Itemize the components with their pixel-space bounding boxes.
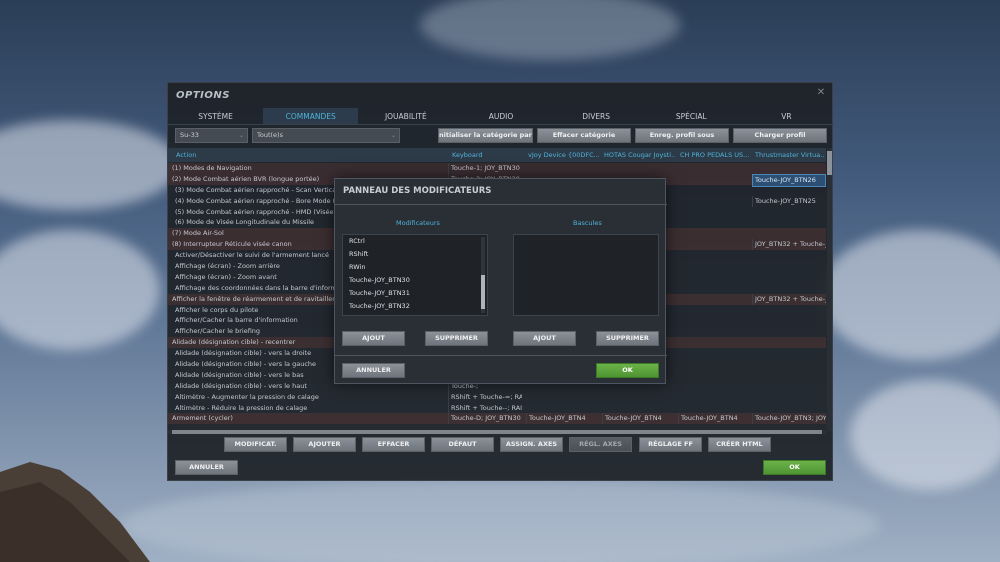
- header-keyboard[interactable]: Keyboard: [452, 148, 522, 162]
- tab-vr[interactable]: VR: [739, 108, 834, 124]
- clear-button[interactable]: EFFACER: [362, 437, 425, 452]
- header-vjoy[interactable]: vJoy Device {00DFC...: [528, 148, 600, 162]
- tab-audio[interactable]: AUDIO: [453, 108, 548, 124]
- cell-d1: Touche-JOY_BTN4: [526, 413, 600, 425]
- list-item[interactable]: RCtrl: [343, 235, 487, 248]
- category-select[interactable]: Tout(e)s ⌄: [252, 128, 400, 143]
- cell-action: (1) Modes de Navigation: [172, 164, 252, 172]
- cell-d4: Touche-JOY_BTN25: [752, 195, 826, 207]
- cell-action: Altimètre - Augmenter la pression de cal…: [175, 392, 319, 401]
- clear-category-button[interactable]: Effacer catégorie: [537, 128, 631, 143]
- load-profile-button[interactable]: Charger profil: [733, 128, 827, 143]
- cell-kb: Touche-D; JOY_BTN30 +: [448, 413, 522, 425]
- table-header: Action Keyboard vJoy Device {00DFC... HO…: [168, 148, 826, 162]
- default-button[interactable]: DÉFAUT: [431, 437, 494, 452]
- tab-bar: SYSTÈME COMMANDES JOUABILITÉ AUDIO DIVER…: [168, 108, 834, 125]
- add-modifier-button[interactable]: AJOUT: [342, 331, 405, 346]
- chevron-down-icon: ⌄: [390, 132, 396, 139]
- table-row[interactable]: (1) Modes de Navigation Touche-1; JOY_BTN…: [168, 163, 826, 174]
- aircraft-select-value: Su-33: [180, 131, 199, 139]
- mountain-rock: [0, 462, 150, 562]
- header-action[interactable]: Action: [176, 148, 436, 162]
- list-scrollbar[interactable]: [481, 237, 485, 313]
- category-select-value: Tout(e)s: [257, 131, 283, 139]
- cell-action: Armement (cycler): [172, 414, 233, 423]
- axis-tune-button[interactable]: RÉGL. AXES: [569, 437, 632, 452]
- toggles-list[interactable]: [513, 234, 659, 316]
- modal-ok-button[interactable]: OK: [596, 363, 659, 378]
- remove-modifier-button[interactable]: SUPPRIMER: [425, 331, 488, 346]
- modifiers-label: Modificateurs: [396, 219, 440, 227]
- list-item[interactable]: Touche-JOY_BTN32: [343, 300, 487, 313]
- cell-kb: Touche-1; JOY_BTN30 +: [448, 163, 522, 174]
- scrollbar-thumb[interactable]: [481, 275, 485, 309]
- modifiers-button[interactable]: MODIFICAT.: [224, 437, 287, 452]
- close-icon[interactable]: ✕: [816, 88, 826, 98]
- tab-systeme[interactable]: SYSTÈME: [168, 108, 263, 124]
- list-item[interactable]: RWin: [343, 261, 487, 274]
- aircraft-select[interactable]: Su-33 ⌄: [175, 128, 248, 143]
- cell-d4: JOY_BTN32 + Touche-JO: [752, 293, 826, 305]
- table-row[interactable]: Armement (cycler) Touche-D; JOY_BTN30 + To…: [168, 413, 826, 425]
- tab-divers[interactable]: DIVERS: [549, 108, 644, 124]
- window-title: OPTIONS: [176, 90, 230, 101]
- make-html-button[interactable]: CRÉER HTML: [708, 437, 771, 452]
- modifiers-list[interactable]: RCtrl RShift RWin Touche-JOY_BTN30 Touche-JO…: [342, 234, 488, 316]
- cell-kb: RShift + Touche--; RAI: [448, 402, 522, 414]
- cell-action: Altimètre - Réduire la pression de calag…: [175, 403, 308, 412]
- cell-d2: Touche-JOY_BTN4: [602, 413, 676, 425]
- cell-kb: RShift + Touche-=; RA: [448, 391, 522, 403]
- cancel-button[interactable]: ANNULER: [175, 460, 238, 475]
- header-pedals[interactable]: CH PRO PEDALS US...: [680, 148, 750, 162]
- tab-jouabilite[interactable]: JOUABILITÉ: [358, 108, 453, 124]
- scrollbar-thumb[interactable]: [172, 430, 822, 434]
- list-item[interactable]: RShift: [343, 248, 487, 261]
- modifiers-list-items: RCtrl RShift RWin Touche-JOY_BTN30 Touche-JO…: [343, 235, 487, 313]
- header-hotas[interactable]: HOTAS Cougar Joysti...: [604, 148, 676, 162]
- modal-cancel-button[interactable]: ANNULER: [342, 363, 405, 378]
- cell-d3: Touche-JOY_BTN4: [678, 413, 752, 425]
- tab-special[interactable]: SPÉCIAL: [644, 108, 739, 124]
- filter-row: Su-33 ⌄ Tout(e)s ⌄ nitialiser la catégor…: [168, 128, 834, 143]
- cell-d4: JOY_BTN32 + Touche-JO: [752, 239, 826, 251]
- table-row[interactable]: Altimètre - Réduire la pression de calag…: [168, 402, 826, 414]
- chevron-down-icon: ⌄: [238, 132, 244, 139]
- scrollbar-thumb[interactable]: [827, 151, 832, 175]
- modal-title: PANNEAU DES MODIFICATEURS: [343, 186, 492, 196]
- header-thrustmaster[interactable]: Thrustmaster Virtua...: [755, 148, 825, 162]
- assign-axes-button[interactable]: ASSIGN. AXES: [500, 437, 563, 452]
- add-toggle-button[interactable]: AJOUT: [513, 331, 576, 346]
- tab-commandes[interactable]: COMMANDES: [263, 108, 359, 124]
- init-category-button[interactable]: nitialiser la catégorie par défa: [438, 128, 533, 143]
- list-item[interactable]: Touche-JOY_BTN31: [343, 287, 487, 300]
- modifiers-panel-dialog: PANNEAU DES MODIFICATEURS Modificateurs …: [334, 178, 667, 384]
- cell-d4: Touche-JOY_BTN3; JOY_: [752, 413, 826, 425]
- table-row[interactable]: Altimètre - Augmenter la pression de cal…: [168, 391, 826, 403]
- remove-toggle-button[interactable]: SUPPRIMER: [596, 331, 659, 346]
- table-vertical-scrollbar[interactable]: [827, 148, 832, 431]
- toggles-label: Bascules: [573, 219, 602, 227]
- divider: [335, 204, 667, 205]
- save-profile-button[interactable]: Enreg. profil sous: [635, 128, 729, 143]
- table-horizontal-scrollbar[interactable]: [168, 430, 826, 434]
- divider: [335, 355, 667, 356]
- list-item[interactable]: Touche-JOY_BTN30: [343, 274, 487, 287]
- add-button[interactable]: AJOUTER: [293, 437, 356, 452]
- ok-button[interactable]: OK: [763, 460, 826, 475]
- ff-tune-button[interactable]: RÉGLAGE FF: [639, 437, 702, 452]
